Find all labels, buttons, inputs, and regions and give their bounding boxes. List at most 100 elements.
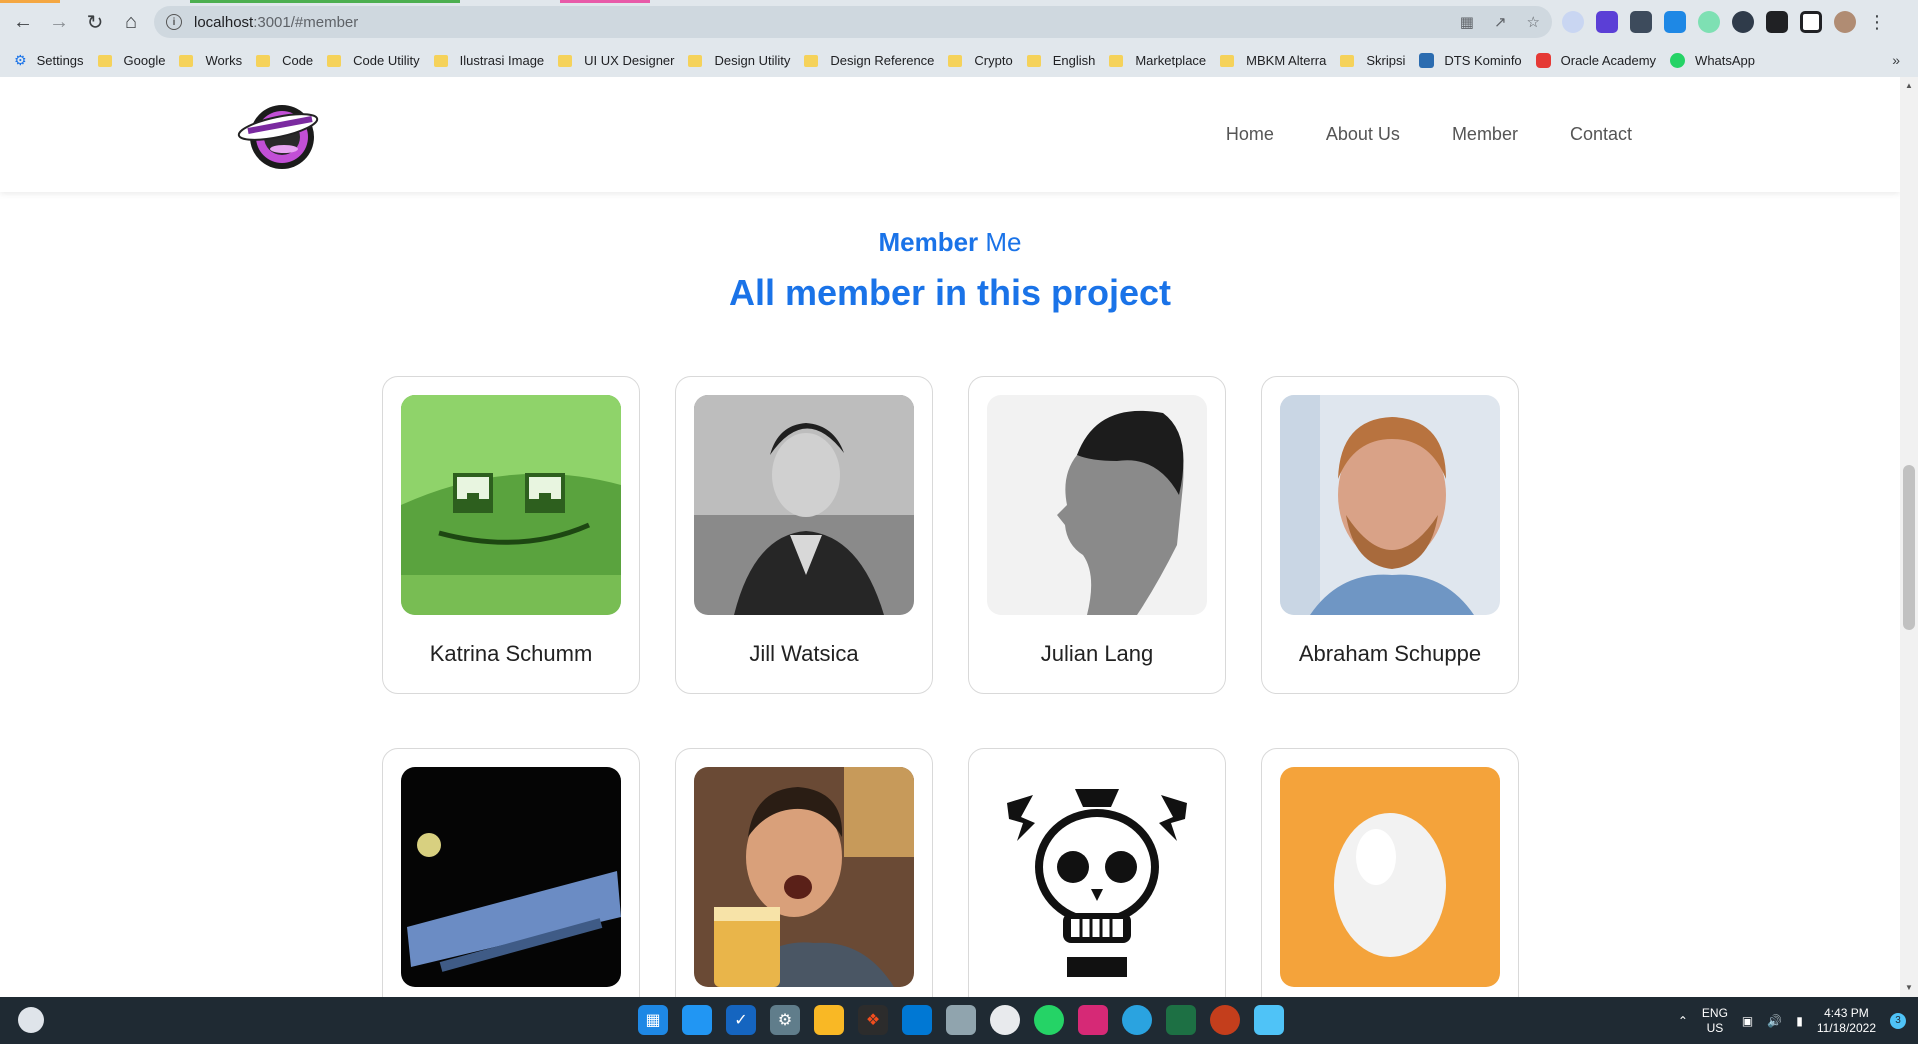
bookmark-item[interactable]: Marketplace: [1109, 53, 1206, 68]
site-info-icon[interactable]: i: [166, 14, 182, 30]
battery-icon[interactable]: ▮: [1796, 1014, 1803, 1028]
member-name: Jill Watsica: [749, 641, 859, 666]
folder-icon: [1109, 54, 1124, 67]
bookmarks-overflow-icon[interactable]: »: [1892, 52, 1900, 68]
bookmark-item[interactable]: WhatsApp: [1670, 53, 1755, 68]
telegram-icon[interactable]: [1122, 1005, 1152, 1035]
file-explorer-icon[interactable]: [814, 1005, 844, 1035]
settings-icon[interactable]: ⚙: [770, 1005, 800, 1035]
member-name: Abraham Schuppe: [1298, 641, 1482, 666]
share-icon[interactable]: ↗: [1494, 13, 1507, 31]
bookmark-item[interactable]: Oracle Academy: [1535, 53, 1656, 68]
volume-icon[interactable]: 🔊: [1767, 1014, 1782, 1028]
bookmark-item[interactable]: Ilustrasi Image: [433, 53, 544, 68]
scroll-down-icon[interactable]: ▼: [1905, 983, 1913, 992]
site-logo[interactable]: [234, 97, 330, 171]
bookmark-item[interactable]: Skripsi: [1340, 53, 1405, 68]
bookmark-item[interactable]: Design Utility: [688, 53, 790, 68]
back-icon[interactable]: ←: [8, 7, 38, 37]
bookmark-item[interactable]: Code: [256, 53, 313, 68]
home-icon[interactable]: ⌂: [116, 7, 146, 37]
instagram-icon[interactable]: [1078, 1005, 1108, 1035]
member-card[interactable]: Katrina Schumm: [382, 376, 640, 694]
bookmark-item[interactable]: UI UX Designer: [558, 53, 674, 68]
app-icon[interactable]: [682, 1005, 712, 1035]
clock[interactable]: 4:43 PM 11/18/2022: [1817, 1006, 1876, 1036]
member-grid: Katrina Schumm Jill Watsica Julian Lang …: [382, 376, 1519, 997]
bookmark-item[interactable]: Design Reference: [804, 53, 934, 68]
todo-icon[interactable]: ✓: [726, 1005, 756, 1035]
figma-icon[interactable]: ❖: [858, 1005, 888, 1035]
folder-icon: [804, 54, 819, 67]
language-indicator[interactable]: ENG US: [1702, 1006, 1728, 1036]
tab-color-strip: [190, 0, 460, 3]
chrome-icon[interactable]: [990, 1005, 1020, 1035]
notepad-icon[interactable]: [1254, 1005, 1284, 1035]
nav-home[interactable]: Home: [1226, 124, 1274, 145]
forward-icon[interactable]: →: [44, 7, 74, 37]
screen: ← → ↻ ⌂ i localhost:3001/#member ▦ ↗ ☆ ⋮: [0, 0, 1918, 1044]
app-icon[interactable]: [946, 1005, 976, 1035]
bookmark-item[interactable]: Code Utility: [327, 53, 420, 68]
bookmark-item[interactable]: Google: [97, 53, 165, 68]
translate-icon[interactable]: ▦: [1460, 13, 1474, 31]
web-page: Home About Us Member Contact Member Me A…: [0, 77, 1900, 997]
site-navbar: Home About Us Member Contact: [0, 77, 1900, 192]
network-icon[interactable]: ▣: [1742, 1014, 1753, 1028]
member-card[interactable]: Julian Lang: [968, 376, 1226, 694]
kicker-bold: Member: [878, 227, 979, 257]
member-card[interactable]: [1261, 748, 1519, 997]
member-card[interactable]: [968, 748, 1226, 997]
bookmark-item[interactable]: DTS Kominfo: [1419, 53, 1522, 68]
scrollbar-thumb[interactable]: [1903, 465, 1915, 630]
address-bar[interactable]: i localhost:3001/#member ▦ ↗ ☆: [154, 6, 1552, 38]
chevron-up-icon[interactable]: ⌃: [1678, 1014, 1688, 1028]
reload-icon[interactable]: ↻: [80, 7, 110, 37]
bookmark-item[interactable]: Crypto: [948, 53, 1013, 68]
bookmark-item[interactable]: MBKM Alterra: [1220, 53, 1326, 68]
extension-icon[interactable]: [1562, 11, 1584, 33]
bookmark-item[interactable]: English: [1026, 53, 1095, 68]
lang-code: ENG: [1701, 1005, 1728, 1020]
nav-member[interactable]: Member: [1452, 124, 1518, 145]
star-icon[interactable]: ☆: [1527, 13, 1540, 31]
nav-about-us[interactable]: About Us: [1326, 124, 1400, 145]
extension-icon[interactable]: [1596, 11, 1618, 33]
folder-icon: [327, 54, 342, 67]
url-path: :3001/#member: [253, 13, 359, 31]
excel-icon[interactable]: [1166, 1005, 1196, 1035]
bookmark-label: Code Utility: [353, 53, 420, 68]
whatsapp-icon[interactable]: [1034, 1005, 1064, 1035]
member-name: Julian Lang: [1040, 641, 1154, 666]
member-card[interactable]: [675, 748, 933, 997]
clock-date: 11/18/2022: [1816, 1020, 1876, 1035]
scroll-up-icon[interactable]: ▲: [1905, 81, 1913, 90]
bookmark-label: Settings: [36, 53, 84, 68]
profile-avatar[interactable]: [1834, 11, 1856, 33]
extension-icon[interactable]: [1698, 11, 1720, 33]
extension-icon[interactable]: [1732, 11, 1754, 33]
notification-badge[interactable]: 3: [1890, 1012, 1906, 1029]
vscode-icon[interactable]: [902, 1005, 932, 1035]
windows-start-icon[interactable]: ▦: [638, 1005, 668, 1035]
extensions-area: ⋮: [1562, 8, 1886, 36]
member-card[interactable]: Jill Watsica: [675, 376, 933, 694]
puzzle-icon[interactable]: [1766, 11, 1788, 33]
bookmark-label: Design Reference: [830, 53, 935, 68]
extension-icon[interactable]: [1630, 11, 1652, 33]
menu-kebab-icon[interactable]: ⋮: [1868, 12, 1886, 33]
bookmark-label: Skripsi: [1366, 53, 1406, 68]
bookmark-item[interactable]: Works: [179, 53, 242, 68]
nav-contact[interactable]: Contact: [1570, 124, 1632, 145]
bookmark-item[interactable]: ⚙ Settings: [14, 52, 84, 69]
page-scrollbar[interactable]: ▲ ▼: [1900, 77, 1918, 997]
member-card[interactable]: [382, 748, 640, 997]
powerpoint-icon[interactable]: [1210, 1005, 1240, 1035]
url-text[interactable]: localhost:3001/#member: [194, 14, 358, 31]
sidepanel-icon[interactable]: [1800, 11, 1822, 33]
folder-icon: [1340, 54, 1355, 67]
folder-icon: [97, 54, 112, 67]
extension-icon[interactable]: [1664, 11, 1686, 33]
weather-icon[interactable]: [18, 1007, 44, 1033]
member-card[interactable]: Abraham Schuppe: [1261, 376, 1519, 694]
